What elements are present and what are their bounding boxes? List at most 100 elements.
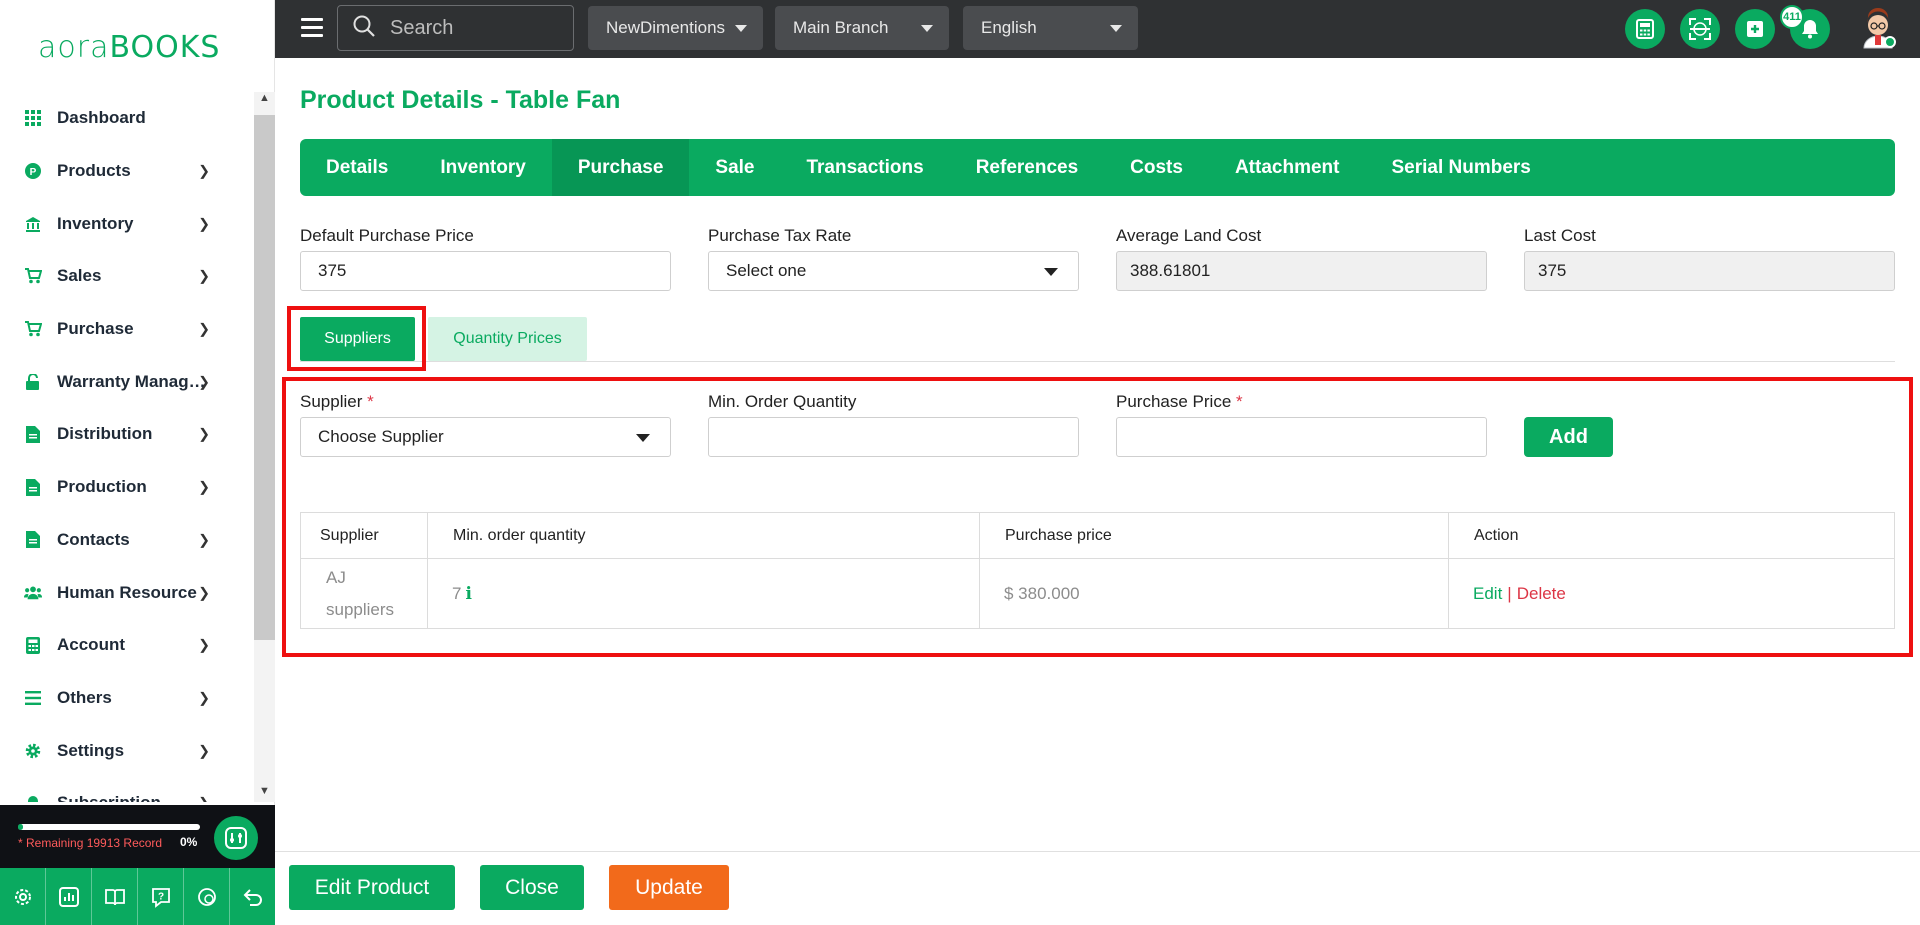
sidebar-item-label: Settings [57,740,125,760]
chevron-right-icon: ❯ [198,742,210,759]
sidebar-item-label: Human Resource [57,582,197,602]
branch-select[interactable]: Main Branch [775,6,949,50]
sidebar-item-production[interactable]: Production ❯ [0,461,254,514]
sidebar-item-contacts[interactable]: Contacts ❯ [0,514,254,567]
subtab-quantity-prices[interactable]: Quantity Prices [428,317,587,361]
calculator-icon[interactable] [1625,9,1665,49]
close-button[interactable]: Close [480,865,584,910]
sidebar-item-dashboard[interactable]: Dashboard [0,92,254,145]
sidebar-item-subscription[interactable]: Subscription ❯ [0,777,254,802]
sidebar-item-label: Contacts [57,529,130,549]
sidebar-item-label: Warranty Manage... [57,371,210,391]
record-remaining-text: * Remaining 19913 Record [18,836,163,850]
product-tabs: Details Inventory Purchase Sale Transact… [300,139,1895,196]
document-icon [24,478,42,496]
chart-icon[interactable] [46,868,92,925]
chevron-right-icon: ❯ [198,162,210,179]
search-box[interactable] [337,5,574,51]
language-select-value: English [981,18,1037,37]
tab-sale[interactable]: Sale [689,139,780,196]
sidebar-item-label: Sales [57,266,102,286]
svg-text:P: P [30,167,37,178]
chevron-right-icon: ❯ [198,425,210,442]
sidebar-item-products[interactable]: P Products ❯ [0,145,254,198]
sidebar-item-human-resource[interactable]: Human Resource ❯ [0,566,254,619]
upgrade-icon[interactable] [214,816,258,860]
scroll-up-icon[interactable]: ▲ [257,92,272,110]
chevron-right-icon: ❯ [198,478,210,495]
sidebar-item-warranty[interactable]: Warranty Manage... ❯ [0,355,254,408]
sidebar-item-label: Production [57,477,147,497]
chevron-right-icon: ❯ [198,373,210,390]
sidebar-item-sales[interactable]: Sales ❯ [0,250,254,303]
sidebar-item-distribution[interactable]: Distribution ❯ [0,408,254,461]
tab-serial-numbers[interactable]: Serial Numbers [1365,139,1556,196]
sidebar-item-label: Purchase [57,319,134,339]
tab-attachment[interactable]: Attachment [1209,139,1366,196]
logo-text-bold: BOOKS [109,30,221,65]
tab-inventory[interactable]: Inventory [414,139,552,196]
sidebar-scroll-thumb[interactable] [254,115,275,640]
cart-icon [24,320,42,338]
update-button[interactable]: Update [609,865,729,910]
sidebar-item-others[interactable]: Others ❯ [0,672,254,725]
grid-icon [24,109,42,127]
sidebar-item-label: Others [57,687,112,707]
cart-icon [24,267,42,285]
average-land-cost-field: 388.61801 [1116,251,1487,291]
top-bar: NewDimentions Main Branch English 411 [275,0,1920,58]
back-icon[interactable] [230,868,275,925]
product-icon: P [24,162,42,180]
edit-product-button[interactable]: Edit Product [289,865,455,910]
tab-details[interactable]: Details [300,139,414,196]
chevron-right-icon: ❯ [198,795,210,802]
sidebar-item-purchase[interactable]: Purchase ❯ [0,303,254,356]
list-icon [24,689,42,707]
scroll-down-icon[interactable]: ▼ [257,785,272,803]
chevron-right-icon: ❯ [198,320,210,337]
caret-down-icon [735,25,747,32]
scan-icon[interactable] [1680,9,1720,49]
last-cost-value: 375 [1538,261,1567,280]
add-icon[interactable] [1735,9,1775,49]
search-icon [352,14,376,43]
sidebar-item-inventory[interactable]: Inventory ❯ [0,197,254,250]
purchase-tax-rate-select[interactable]: Select one [708,251,1079,291]
search-input[interactable] [390,16,550,40]
menu-icon[interactable] [301,18,323,38]
highlight-box-suppliers-tab [287,306,426,371]
users-icon [24,584,42,602]
language-select[interactable]: English [963,6,1138,50]
average-land-cost-label: Average Land Cost [1116,226,1262,245]
bottom-toolbar: ? [0,868,275,925]
sidebar-item-account[interactable]: Account ❯ [0,619,254,672]
record-percent: 0% [180,835,198,849]
sidebar-item-label: Subscription [57,793,210,802]
sidebar-nav: Dashboard P Products ❯ Inventory ❯ Sales… [0,92,254,802]
default-purchase-price-label: Default Purchase Price [300,226,474,245]
sidebar-item-settings[interactable]: Settings ❯ [0,724,254,777]
caret-down-icon [1044,268,1058,276]
default-purchase-price-input[interactable]: 375 [300,251,671,291]
document-icon [24,425,42,443]
tab-transactions[interactable]: Transactions [780,139,949,196]
caret-down-icon [921,25,933,32]
sidebar-item-label: Dashboard [57,108,146,128]
user-avatar[interactable] [1858,8,1898,50]
notification-badge: 411 [1780,5,1804,29]
document-icon [24,531,42,549]
last-cost-label: Last Cost [1524,226,1596,245]
tab-purchase[interactable]: Purchase [551,139,690,196]
tab-references[interactable]: References [950,139,1104,196]
sidebar-item-label: Distribution [57,424,153,444]
help-icon[interactable]: ? [138,868,184,925]
book-icon[interactable] [92,868,138,925]
lock-icon [24,373,42,391]
highlight-box-supplier-section [282,377,1913,657]
settings-icon[interactable] [0,868,46,925]
chat-icon[interactable] [184,868,230,925]
default-purchase-price-value: 375 [318,261,347,280]
tab-costs[interactable]: Costs [1104,139,1209,196]
company-select[interactable]: NewDimentions [588,6,763,50]
app-logo[interactable]: aoraBOOKS [38,30,220,66]
